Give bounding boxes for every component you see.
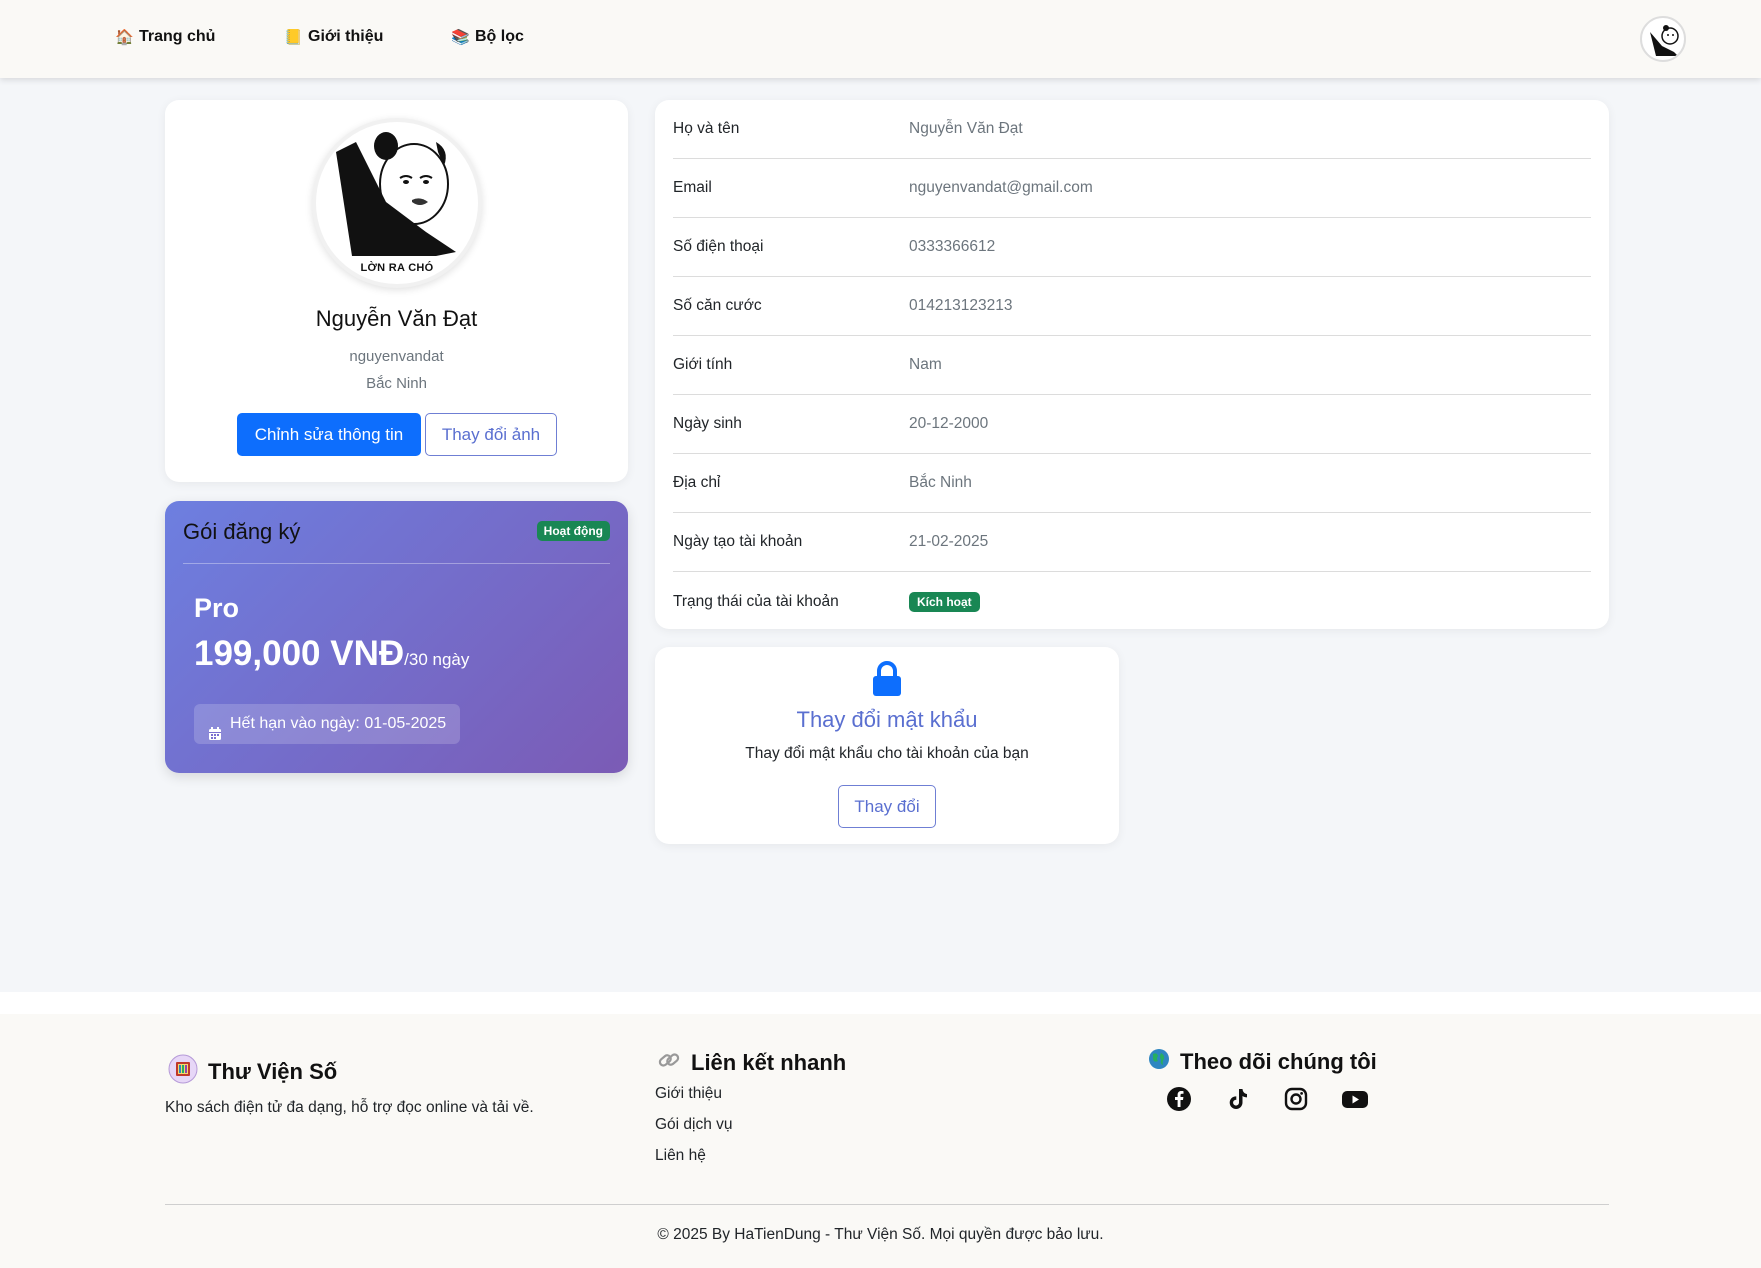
- subscription-status-badge: Hoạt động: [536, 521, 610, 541]
- info-row-id-number: Số căn cước 014213123213: [673, 277, 1591, 336]
- info-value: Nam: [909, 356, 942, 373]
- info-value: nguyenvandat@gmail.com: [909, 179, 1093, 196]
- footer-follow-heading: Theo dõi chúng tôi: [1148, 1048, 1377, 1076]
- profile-card: LỜN RA CHÓ Nguyễn Văn Đạt nguyenvandat B…: [165, 100, 628, 482]
- nav-filter-link[interactable]: 📚 Bộ lọc: [451, 28, 524, 46]
- nav-home-label: Trang chủ: [139, 28, 216, 45]
- change-password-description: Thay đổi mật khẩu cho tài khoản của bạn: [745, 745, 1029, 762]
- info-value: Kích hoạt: [909, 591, 980, 612]
- footer-brand-description: Kho sách điện tử đa dạng, hỗ trợ đọc onl…: [165, 1099, 534, 1116]
- info-label: Ngày tạo tài khoản: [673, 533, 803, 550]
- info-row-email: Email nguyenvandat@gmail.com: [673, 159, 1591, 218]
- subscription-expire-text: Hết hạn vào ngày: 01-05-2025: [230, 715, 447, 732]
- change-password-card: Thay đổi mật khẩu Thay đổi mật khẩu cho …: [655, 647, 1119, 844]
- edit-profile-button[interactable]: Chỉnh sửa thông tin: [237, 413, 421, 456]
- footer-brand: Thư Viện Số: [168, 1054, 337, 1090]
- info-label: Số điện thoại: [673, 238, 764, 255]
- info-value: Nguyễn Văn Đạt: [909, 120, 1023, 137]
- change-password-title: Thay đổi mật khẩu: [796, 707, 978, 732]
- nav-home-link[interactable]: 🏠 Trang chủ: [115, 28, 215, 46]
- info-label: Số căn cước: [673, 297, 762, 314]
- profile-username: nguyenvandat: [349, 348, 444, 365]
- subscription-card: Gói đăng ký Hoạt động Pro 199,000 VNĐ/30…: [165, 501, 628, 773]
- footer-follow-title: Theo dõi chúng tôi: [1180, 1049, 1377, 1074]
- info-label: Email: [673, 179, 712, 196]
- subscription-title: Gói đăng ký: [183, 519, 301, 544]
- info-label: Giới tính: [673, 356, 733, 373]
- subscription-price-amount: 199,000 VNĐ: [194, 634, 405, 673]
- subscription-price: 199,000 VNĐ/30 ngày: [194, 634, 469, 674]
- account-status-badge: Kích hoạt: [909, 591, 980, 612]
- info-row-status: Trạng thái của tài khoản Kích hoạt: [673, 572, 1591, 631]
- user-avatar-button[interactable]: [1640, 16, 1686, 62]
- nav-about-label: Giới thiệu: [308, 28, 384, 45]
- account-info-card: Họ và tên Nguyễn Văn Đạt Email nguyenvan…: [655, 100, 1609, 629]
- tiktok-icon[interactable]: [1225, 1086, 1251, 1112]
- link-icon: [657, 1048, 681, 1078]
- change-password-button[interactable]: Thay đổi: [838, 785, 936, 828]
- home-icon: 🏠: [115, 29, 134, 46]
- footer: Thư Viện Số Kho sách điện tử đa dạng, hỗ…: [0, 1014, 1761, 1268]
- lock-icon: [871, 661, 903, 697]
- subscription-divider: [183, 563, 610, 564]
- info-row-fullname: Họ và tên Nguyễn Văn Đạt: [673, 100, 1591, 159]
- info-row-gender: Giới tính Nam: [673, 336, 1591, 395]
- nav-about-link[interactable]: 📒 Giới thiệu: [284, 28, 383, 46]
- info-row-address: Địa chỉ Bắc Ninh: [673, 454, 1591, 513]
- info-row-birthday: Ngày sinh 20-12-2000: [673, 395, 1591, 454]
- info-value: Bắc Ninh: [909, 474, 972, 491]
- profile-avatar: LỜN RA CHÓ: [312, 118, 482, 288]
- footer-links-heading: Liên kết nhanh: [657, 1048, 846, 1078]
- info-label: Địa chỉ: [673, 474, 721, 491]
- nav-filter-label: Bộ lọc: [475, 28, 524, 45]
- calendar-icon: [208, 717, 222, 740]
- info-value: 20-12-2000: [909, 415, 989, 432]
- library-logo-icon: [168, 1054, 198, 1090]
- profile-name: Nguyễn Văn Đạt: [315, 306, 478, 331]
- info-row-created: Ngày tạo tài khoản 21-02-2025: [673, 513, 1591, 572]
- subscription-plan: Pro: [194, 593, 240, 623]
- info-label: Ngày sinh: [673, 415, 742, 432]
- footer-link-contact[interactable]: Liên hệ: [655, 1147, 706, 1165]
- facebook-icon[interactable]: [1166, 1086, 1192, 1112]
- info-value: 0333366612: [909, 238, 996, 255]
- change-photo-button[interactable]: Thay đổi ảnh: [425, 413, 557, 456]
- youtube-icon[interactable]: [1341, 1086, 1368, 1112]
- subscription-period: /30 ngày: [404, 650, 470, 669]
- info-value: 21-02-2025: [909, 533, 989, 550]
- info-label: Họ và tên: [673, 120, 740, 137]
- subscription-expire: Hết hạn vào ngày: 01-05-2025: [194, 704, 461, 744]
- footer-links-title: Liên kết nhanh: [691, 1050, 847, 1075]
- footer-link-services[interactable]: Gói dịch vụ: [655, 1116, 733, 1134]
- profile-city: Bắc Ninh: [366, 375, 427, 392]
- notebook-icon: 📒: [284, 29, 303, 46]
- avatar-caption: LỜN RA CHÓ: [360, 262, 434, 274]
- info-row-phone: Số điện thoại 0333366612: [673, 218, 1591, 277]
- footer-link-about[interactable]: Giới thiệu: [655, 1085, 722, 1103]
- books-icon: 📚: [451, 29, 470, 46]
- globe-icon: [1148, 1048, 1170, 1076]
- top-navbar: 🏠 Trang chủ 📒 Giới thiệu 📚 Bộ lọc: [0, 0, 1761, 78]
- footer-divider: [165, 1204, 1609, 1205]
- footer-separator: [0, 992, 1761, 1014]
- footer-copyright: © 2025 By HaTienDung - Thư Viện Số. Mọi …: [657, 1226, 1104, 1243]
- footer-brand-name: Thư Viện Số: [208, 1059, 338, 1084]
- info-value: 014213123213: [909, 297, 1013, 314]
- instagram-icon[interactable]: [1283, 1086, 1309, 1112]
- info-label: Trạng thái của tài khoản: [673, 592, 839, 610]
